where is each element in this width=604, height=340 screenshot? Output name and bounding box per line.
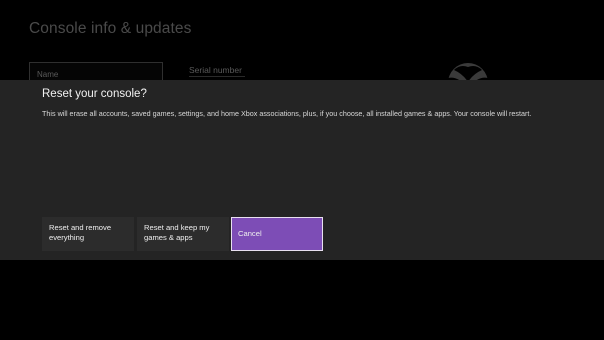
serial-number-divider [189, 76, 245, 77]
reset-and-remove-everything-button[interactable]: Reset and remove everything [42, 217, 134, 251]
cancel-button-label: Cancel [238, 229, 262, 238]
reset-remove-label-line1: Reset and remove [49, 223, 112, 232]
reset-and-keep-games-button[interactable]: Reset and keep my games & apps [137, 217, 229, 251]
reset-keep-label-line1: Reset and keep my [144, 223, 210, 232]
reset-keep-label-line2: games & apps [144, 233, 193, 242]
serial-number-label: Serial number [189, 65, 242, 75]
page-title: Console info & updates [29, 20, 192, 37]
xbox-settings-screen: Console info & updates Name Serial numbe… [0, 0, 604, 340]
cancel-button[interactable]: Cancel [231, 217, 323, 251]
dialog-message: This will erase all accounts, saved game… [42, 109, 532, 118]
dialog-title: Reset your console? [42, 88, 147, 100]
name-field-label: Name [37, 70, 59, 79]
reset-console-dialog: Reset your console? This will erase all … [0, 80, 604, 260]
reset-remove-label-line2: everything [49, 233, 85, 242]
